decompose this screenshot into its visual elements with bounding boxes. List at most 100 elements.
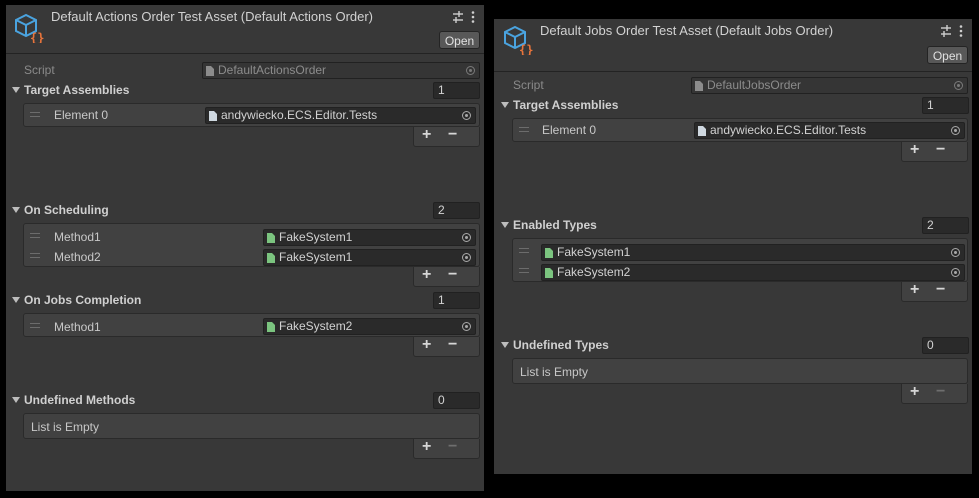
undefined-types-size-field[interactable]: 0: [922, 337, 969, 354]
list-footer: + −: [901, 141, 968, 162]
object-field-value: FakeSystem1: [557, 245, 631, 259]
undefined-types-label[interactable]: Undefined Types: [513, 338, 609, 352]
object-picker-icon[interactable]: [951, 268, 960, 277]
object-field-value: FakeSystem1: [279, 230, 353, 244]
object-picker-icon[interactable]: [462, 253, 471, 262]
drag-handle-icon[interactable]: [519, 268, 529, 273]
remove-element-button[interactable]: −: [936, 141, 945, 159]
add-element-button[interactable]: +: [422, 126, 431, 144]
type-object-field[interactable]: FakeSystem2: [541, 264, 965, 281]
on-scheduling-label[interactable]: On Scheduling: [24, 203, 109, 217]
assembly-object-field[interactable]: andywiecko.ECS.Editor.Tests: [694, 122, 965, 139]
script-file-icon: [695, 81, 703, 91]
target-assemblies-size-field[interactable]: 1: [433, 82, 480, 99]
add-element-button[interactable]: +: [422, 266, 431, 284]
list-footer: + −: [901, 281, 968, 302]
method-object-field[interactable]: FakeSystem1: [263, 249, 476, 266]
target-assemblies-list: Element 0 andywiecko.ECS.Editor.Tests: [512, 118, 968, 142]
assembly-object-field[interactable]: andywiecko.ECS.Editor.Tests: [205, 107, 476, 124]
settings-icon[interactable]: [941, 25, 951, 37]
list-footer: + −: [413, 336, 480, 357]
foldout-arrow-icon[interactable]: [501, 222, 509, 228]
object-field-value: FakeSystem2: [279, 319, 353, 333]
list-footer: + −: [413, 438, 480, 459]
method-object-field[interactable]: FakeSystem1: [263, 229, 476, 246]
add-element-button[interactable]: +: [422, 336, 431, 354]
on-jobs-completion-label[interactable]: On Jobs Completion: [24, 293, 141, 307]
undefined-methods-size-field[interactable]: 0: [433, 392, 480, 409]
object-picker-icon[interactable]: [462, 233, 471, 242]
undefined-methods-label[interactable]: Undefined Methods: [24, 393, 135, 407]
object-field-value: andywiecko.ECS.Editor.Tests: [221, 108, 378, 122]
foldout-arrow-icon[interactable]: [501, 102, 509, 108]
kebab-menu-icon[interactable]: [471, 11, 475, 23]
script-field: DefaultActionsOrder: [202, 62, 480, 79]
drag-handle-icon[interactable]: [30, 323, 40, 328]
method-object-field[interactable]: FakeSystem2: [263, 318, 476, 335]
object-picker-icon[interactable]: [951, 248, 960, 257]
remove-element-button[interactable]: −: [936, 383, 945, 401]
script-file-icon: [267, 322, 275, 332]
inspector-title: Default Jobs Order Test Asset (Default J…: [540, 23, 834, 38]
target-assemblies-size-field[interactable]: 1: [922, 97, 969, 114]
list-item-label: Element 0: [54, 108, 109, 122]
foldout-arrow-icon[interactable]: [12, 397, 20, 403]
enabled-types-label[interactable]: Enabled Types: [513, 218, 597, 232]
drag-handle-icon[interactable]: [519, 127, 529, 132]
svg-text:{}: {}: [30, 31, 44, 43]
on-jobs-completion-size-field[interactable]: 1: [433, 292, 480, 309]
target-assemblies-label[interactable]: Target Assemblies: [513, 98, 618, 112]
scriptable-object-icon: {}: [15, 13, 44, 43]
header-menu-icons: [453, 11, 475, 23]
open-button[interactable]: Open: [927, 46, 968, 64]
open-button[interactable]: Open: [439, 31, 480, 49]
foldout-arrow-icon[interactable]: [12, 87, 20, 93]
enabled-types-size-field[interactable]: 2: [922, 217, 969, 234]
list-footer: + −: [413, 126, 480, 147]
drag-handle-icon[interactable]: [30, 233, 40, 238]
drag-handle-icon[interactable]: [30, 112, 40, 117]
list-item-label: Method2: [54, 250, 101, 264]
assembly-file-icon: [209, 111, 217, 121]
script-field: DefaultJobsOrder: [691, 77, 968, 94]
object-picker-icon[interactable]: [462, 322, 471, 331]
type-object-field[interactable]: FakeSystem1: [541, 244, 965, 261]
inspector-panel-actions-order: {} Default Actions Order Test Asset (Def…: [6, 5, 484, 491]
script-file-icon: [267, 253, 275, 263]
drag-handle-icon[interactable]: [30, 253, 40, 258]
foldout-arrow-icon[interactable]: [501, 342, 509, 348]
svg-text:{}: {}: [519, 43, 533, 55]
remove-element-button[interactable]: −: [448, 438, 457, 456]
inspector-header: {} Default Actions Order Test Asset (Def…: [6, 5, 484, 54]
remove-element-button[interactable]: −: [448, 266, 457, 284]
assembly-file-icon: [698, 126, 706, 136]
inspector-panel-jobs-order: {} Default Jobs Order Test Asset (Defaul…: [494, 19, 972, 474]
target-assemblies-label[interactable]: Target Assemblies: [24, 83, 129, 97]
remove-element-button[interactable]: −: [448, 336, 457, 354]
add-element-button[interactable]: +: [910, 383, 919, 401]
foldout-arrow-icon[interactable]: [12, 297, 20, 303]
inspector-header: {} Default Jobs Order Test Asset (Defaul…: [494, 19, 972, 72]
object-field-value: andywiecko.ECS.Editor.Tests: [710, 123, 867, 137]
drag-handle-icon[interactable]: [519, 248, 529, 253]
inspector-title: Default Actions Order Test Asset (Defaul…: [51, 9, 374, 24]
remove-element-button[interactable]: −: [936, 281, 945, 299]
add-element-button[interactable]: +: [910, 281, 919, 299]
kebab-menu-icon[interactable]: [959, 25, 963, 37]
foldout-arrow-icon[interactable]: [12, 207, 20, 213]
list-footer: + −: [413, 266, 480, 287]
add-element-button[interactable]: +: [910, 141, 919, 159]
object-picker-icon[interactable]: [462, 111, 471, 120]
object-field-value: FakeSystem2: [557, 265, 631, 279]
remove-element-button[interactable]: −: [448, 126, 457, 144]
add-element-button[interactable]: +: [422, 438, 431, 456]
settings-icon[interactable]: [453, 11, 463, 23]
script-label: Script: [513, 78, 544, 92]
object-picker-icon[interactable]: [951, 126, 960, 135]
on-scheduling-size-field[interactable]: 2: [433, 202, 480, 219]
list-item-label: Element 0: [542, 123, 597, 137]
target-assemblies-list: Element 0 andywiecko.ECS.Editor.Tests: [23, 103, 480, 127]
script-field-value: DefaultActionsOrder: [218, 63, 327, 77]
script-file-icon: [545, 268, 553, 278]
undefined-methods-list: List is Empty: [23, 413, 480, 439]
